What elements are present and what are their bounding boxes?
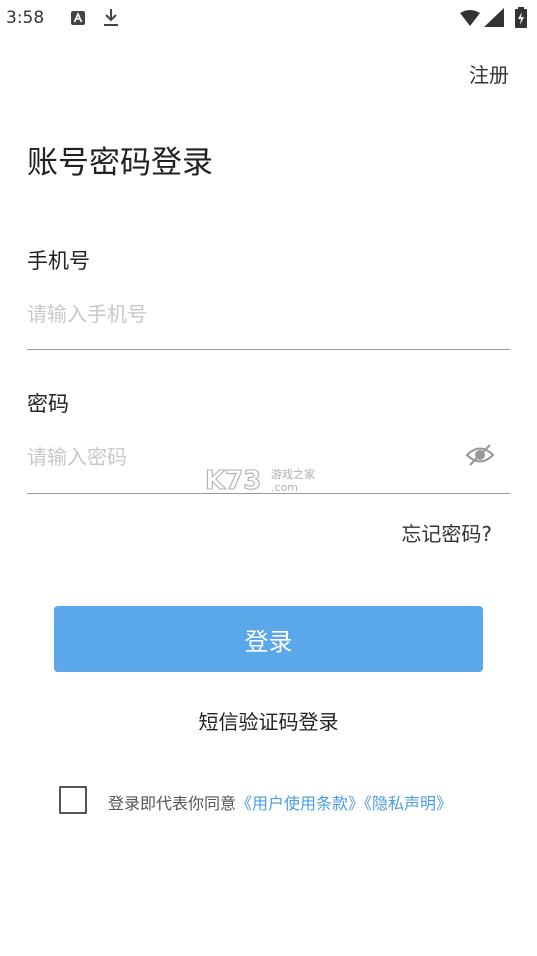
download-icon xyxy=(104,9,118,26)
a-notification-icon xyxy=(71,11,85,25)
privacy-link[interactable]: 《隐私声明》 xyxy=(364,794,452,813)
phone-label: 手机号 xyxy=(27,249,90,273)
k73-watermark-logo: K73 游戏之家 .com xyxy=(205,465,315,495)
status-time: 3:58 xyxy=(6,8,45,28)
agreement-checkbox[interactable] xyxy=(59,786,87,814)
signal-icon xyxy=(484,8,504,27)
register-link[interactable]: 注册 xyxy=(469,59,509,88)
forgot-password-link[interactable]: 忘记密码? xyxy=(401,518,492,547)
login-button[interactable]: 登录 xyxy=(54,606,483,672)
agreement-row: 登录即代表你同意《用户使用条款》《隐私声明》 xyxy=(108,790,452,814)
password-label: 密码 xyxy=(27,392,69,416)
phone-underline xyxy=(27,349,510,350)
phone-input[interactable] xyxy=(27,296,509,332)
page-title: 账号密码登录 xyxy=(27,145,213,181)
agreement-prefix: 登录即代表你同意 xyxy=(108,794,237,813)
watermark-domain: .com xyxy=(271,481,298,494)
user-terms-link[interactable]: 《用户使用条款》 xyxy=(236,794,364,813)
wifi-icon xyxy=(460,10,480,26)
battery-icon xyxy=(515,7,527,28)
watermark-brand: K73 xyxy=(205,466,261,495)
eye-hidden-icon[interactable] xyxy=(465,443,495,467)
status-bar: 3:58 xyxy=(0,0,537,36)
watermark-site-text: 游戏之家 xyxy=(271,467,315,481)
sms-login-link[interactable]: 短信验证码登录 xyxy=(0,706,537,735)
